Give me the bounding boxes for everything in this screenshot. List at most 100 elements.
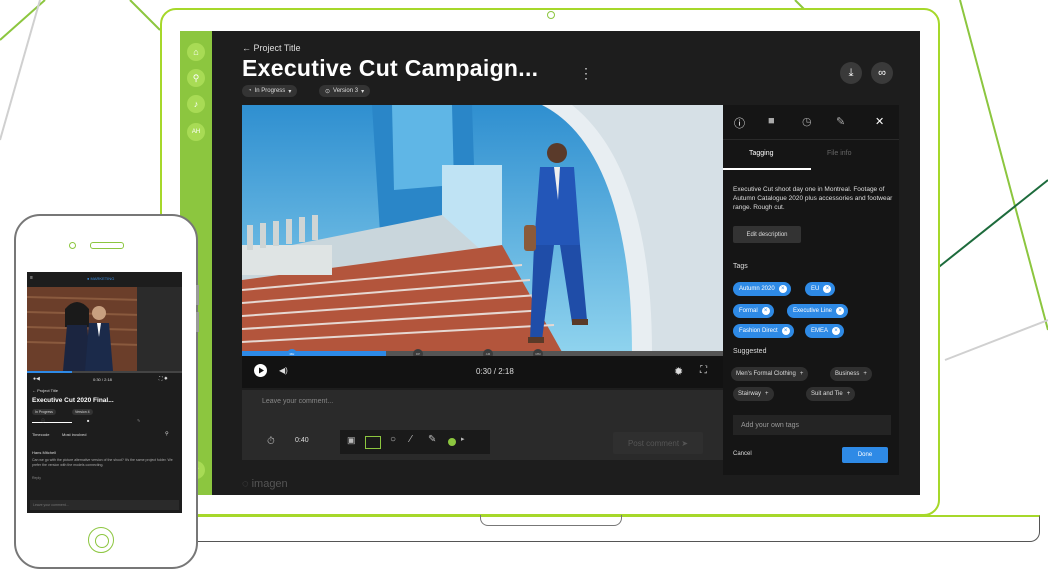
share-link-button[interactable]: ∞ xyxy=(871,62,893,84)
remove-tag-icon[interactable]: × xyxy=(781,327,790,335)
video-frame[interactable] xyxy=(242,105,723,352)
details-panel: ⓘ ■ ◷ ✎ ✕ Tagging File info Executive Cu… xyxy=(723,105,899,475)
tag-chip[interactable]: EMEA × xyxy=(805,324,845,338)
download-button[interactable]: ⤓ xyxy=(840,62,862,84)
version-dropdown[interactable]: ⊙ Version 3 ▾ xyxy=(319,85,371,97)
mobile-comments-icon[interactable]: ■ xyxy=(87,418,89,423)
suggested-tag-label: Suit and Tie xyxy=(811,391,843,397)
version-label: Version 3 xyxy=(333,88,359,94)
mobile-brand: ● MARKETING xyxy=(87,276,115,281)
mobile-version-dropdown[interactable]: Version 4 xyxy=(72,409,93,415)
more-options-icon[interactable]: ⋮ xyxy=(579,65,593,82)
mobile-play-icon[interactable]: ●◀ xyxy=(33,376,40,382)
comments-icon[interactable]: ■ xyxy=(768,115,775,127)
remove-tag-icon[interactable]: × xyxy=(832,327,841,335)
edit-description-button[interactable]: Edit description xyxy=(733,226,801,243)
add-icon: + xyxy=(765,391,769,397)
settings-icon[interactable]: ✹ xyxy=(674,365,683,378)
mobile-time: 0:30 / 2:18 xyxy=(93,377,112,382)
mobile-reply[interactable]: Reply xyxy=(32,476,41,480)
mobile-video-image xyxy=(27,287,182,371)
suggested-tag[interactable]: Men's Formal Clothing + xyxy=(731,367,809,381)
fullscreen-icon[interactable]: ⛶ xyxy=(700,365,707,376)
mobile-video[interactable] xyxy=(27,287,182,371)
search-icon[interactable]: ⚲ xyxy=(187,69,205,87)
close-icon[interactable]: ✕ xyxy=(875,115,884,128)
description-text: Executive Cut shoot day one in Montreal.… xyxy=(733,186,893,211)
bell-icon[interactable]: ♪ xyxy=(187,95,205,113)
add-icon: + xyxy=(799,371,804,377)
laptop-hinge xyxy=(480,515,622,526)
tab-tagging[interactable]: Tagging xyxy=(749,150,774,157)
color-picker-icon[interactable] xyxy=(448,438,456,446)
edit-icon[interactable]: ✎ xyxy=(836,115,845,128)
active-tab-indicator xyxy=(723,168,811,170)
user-avatar[interactable]: AH xyxy=(187,123,205,141)
remove-tag-icon[interactable]: × xyxy=(823,285,832,293)
brand-logo-text: imagen xyxy=(251,478,288,490)
laptop-camera xyxy=(547,11,555,19)
mobile-info-icon[interactable]: ⓘ xyxy=(41,418,45,424)
add-tags-input[interactable]: Add your own tags xyxy=(733,415,891,435)
comment-input[interactable]: Leave your comment... xyxy=(262,398,333,405)
cancel-button[interactable]: Cancel xyxy=(733,451,752,457)
tag-label: Fashion Direct xyxy=(739,328,778,334)
tag-label: Formal xyxy=(739,308,758,314)
suggested-tag[interactable]: Business + xyxy=(830,367,872,381)
line-tool-icon[interactable]: ⁄ xyxy=(410,434,412,445)
circle-tool-icon[interactable]: ○ xyxy=(390,434,396,445)
mobile-comment-text: Can we go with the picture alternative v… xyxy=(32,458,173,467)
phone-screen: ≡ ● MARKETING ●◀ 0:30 / 2:18 ⛶ ✹ ← Proje… xyxy=(27,272,182,513)
volume-icon[interactable]: ◀) xyxy=(279,366,288,375)
phone-home-button xyxy=(88,527,114,553)
post-comment-button[interactable]: Post comment ➤ xyxy=(613,432,703,454)
tag-chip[interactable]: Fashion Direct × xyxy=(733,324,794,338)
laptop-screen: ⌂ ⚲ ♪ AH ? ← Project Title Executive Cut… xyxy=(180,31,920,495)
remove-tag-icon[interactable]: × xyxy=(761,307,770,315)
tag-chip[interactable]: Autumn 2020 × xyxy=(733,282,791,296)
divider xyxy=(723,139,899,140)
tag-label: EU xyxy=(811,286,820,292)
mobile-status-dropdown[interactable]: In Progress xyxy=(32,409,56,415)
mobile-title: Executive Cut 2020 Final... xyxy=(32,397,114,404)
phone-camera xyxy=(69,242,76,249)
info-icon[interactable]: ⓘ xyxy=(734,115,745,131)
suggested-tag[interactable]: Stairway + xyxy=(733,387,774,401)
home-icon[interactable]: ⌂ xyxy=(187,43,205,61)
remove-tag-icon[interactable]: × xyxy=(836,307,845,315)
chevron-down-icon: ▾ xyxy=(361,88,365,95)
chevron-down-icon: ▾ xyxy=(288,88,292,95)
page-title: Executive Cut Campaign... xyxy=(242,55,539,81)
mobile-fullscreen-icon[interactable]: ⛶ ✹ xyxy=(159,376,168,382)
menu-icon[interactable]: ≡ xyxy=(30,275,33,281)
timer-icon[interactable]: ⏱ xyxy=(267,436,275,447)
mobile-edit-icon[interactable]: ✎ xyxy=(137,418,140,423)
mobile-back-link[interactable]: ← Project Title xyxy=(32,388,58,393)
mobile-comment-input[interactable]: Leave your comment... xyxy=(30,500,179,510)
mobile-filter-timecode[interactable]: Timecode xyxy=(32,432,49,437)
mobile-progress-bar[interactable] xyxy=(27,371,182,373)
status-icon: ◔ xyxy=(248,88,252,94)
remove-tag-icon[interactable]: × xyxy=(778,285,787,293)
tag-chip[interactable]: Executive Line × xyxy=(787,304,849,318)
mobile-filter-most-involved[interactable]: Most involved xyxy=(62,432,86,437)
tag-label: Autumn 2020 xyxy=(739,286,775,292)
tag-label: Executive Line xyxy=(793,308,833,314)
comment-timestamp: 0:40 xyxy=(295,437,309,444)
tag-chip[interactable]: EU × xyxy=(805,282,836,296)
tag-chip[interactable]: Formal × xyxy=(733,304,774,318)
tab-file-info[interactable]: File info xyxy=(827,150,852,157)
chevron-right-icon[interactable]: ▸ xyxy=(461,435,465,443)
image-icon[interactable]: ▣ xyxy=(347,435,356,446)
done-button[interactable]: Done xyxy=(842,447,888,463)
mobile-search-icon[interactable]: ⚲ xyxy=(165,431,169,437)
back-link[interactable]: ← Project Title xyxy=(242,43,301,53)
post-comment-label: Post comment xyxy=(627,438,680,448)
suggested-tag[interactable]: Suit and Tie + xyxy=(806,387,856,401)
history-icon[interactable]: ◷ xyxy=(802,115,812,128)
rectangle-tool-icon[interactable] xyxy=(365,436,381,449)
pen-tool-icon[interactable]: ✎ xyxy=(428,434,436,445)
suggested-tag-label: Business xyxy=(835,371,860,377)
status-dropdown[interactable]: ◔ In Progress ▾ xyxy=(242,85,298,97)
play-button[interactable] xyxy=(254,364,267,377)
